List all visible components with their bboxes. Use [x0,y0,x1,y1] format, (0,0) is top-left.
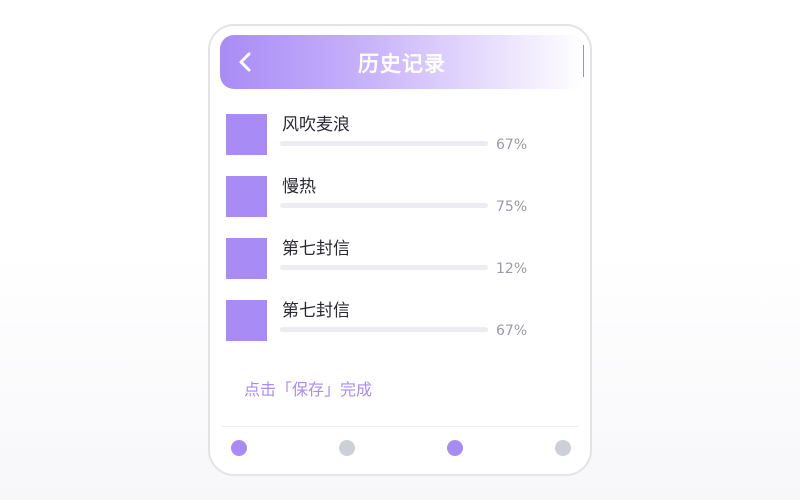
song-title: 第七封信 [282,239,350,259]
divider [222,426,578,427]
progress-track [280,327,488,332]
song-thumbnail [226,114,267,155]
page-dot[interactable] [447,440,463,456]
progress-percent: 75% [496,199,528,215]
history-list: 风吹麦浪 67% 慢热 75% 第七封信 12% 第七封信 67% [226,108,566,356]
phone-frame: 历史记录 风吹麦浪 67% 慢热 75% 第七封信 12% 第七封信 67% 点… [208,24,592,476]
progress-fill [280,265,305,270]
song-title: 风吹麦浪 [282,115,350,135]
list-item[interactable]: 第七封信 67% [226,294,566,356]
progress-track [280,203,488,208]
page-title: 历史记录 [358,52,446,76]
list-item[interactable]: 第七封信 12% [226,232,566,294]
page-dot[interactable] [339,440,355,456]
song-title: 慢热 [282,177,316,197]
progress-track [280,265,488,270]
progress-percent: 12% [496,261,528,277]
list-item[interactable]: 风吹麦浪 67% [226,108,566,170]
header-divider [583,45,584,77]
save-hint: 点击「保存」完成 [244,380,373,399]
song-thumbnail [226,300,267,341]
page-indicator [210,440,590,456]
progress-track [280,141,488,146]
song-title: 第七封信 [282,301,350,321]
list-item[interactable]: 慢热 75% [226,170,566,232]
song-thumbnail [226,238,267,279]
header-bar: 历史记录 [220,35,584,89]
progress-fill [280,141,420,146]
page-dot[interactable] [555,440,571,456]
progress-percent: 67% [496,323,528,339]
progress-fill [280,327,420,332]
progress-fill [280,203,436,208]
page-dot[interactable] [231,440,247,456]
progress-percent: 67% [496,137,528,153]
song-thumbnail [226,176,267,217]
